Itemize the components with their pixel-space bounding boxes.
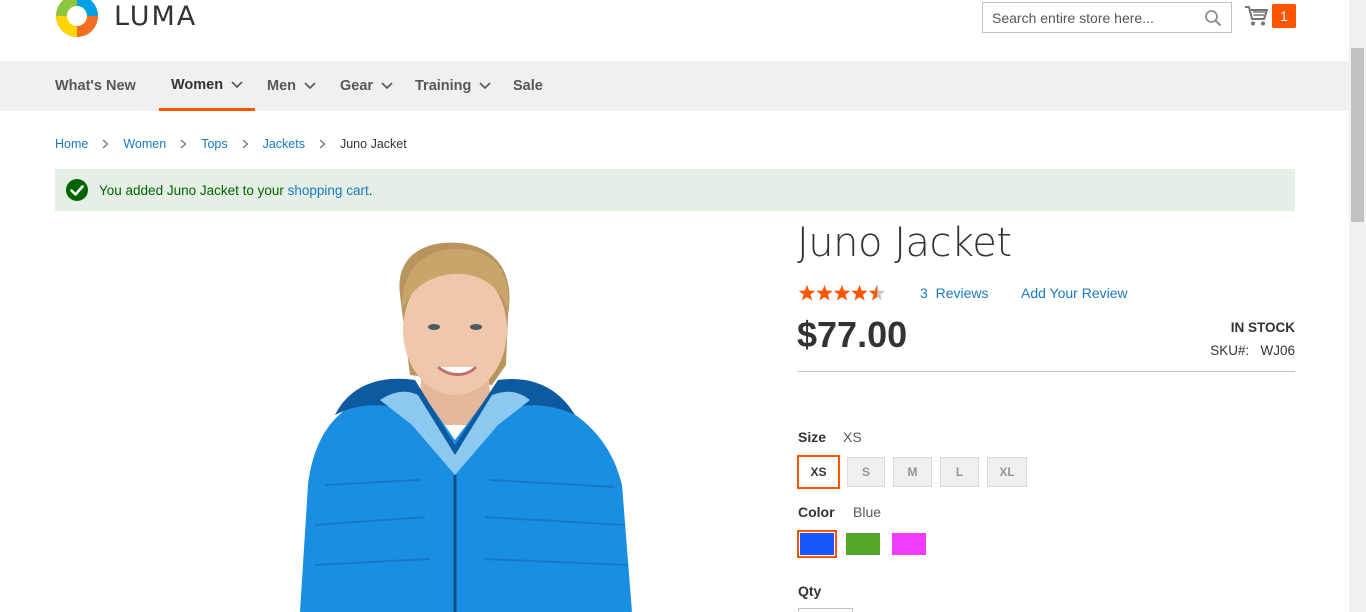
sku-label: SKU#:	[1210, 343, 1250, 358]
breadcrumb-current: Juno Jacket	[339, 137, 407, 151]
reviews-label: Reviews	[935, 285, 989, 301]
color-label: Color	[798, 504, 835, 520]
search-box	[982, 2, 1232, 33]
size-option-l[interactable]: L	[940, 457, 979, 487]
color-swatch-purple[interactable]	[892, 533, 926, 555]
product-title: Juno Jacket	[797, 220, 1012, 266]
breadcrumb: Home Women Tops Jackets Juno Jacket	[55, 137, 407, 151]
color-swatch-green[interactable]	[846, 533, 880, 555]
nav-item-label: Women	[171, 76, 224, 93]
qty-input[interactable]	[798, 608, 853, 612]
nav-item-whats-new[interactable]: What's New	[55, 61, 136, 111]
logo-text: LUMA	[114, 0, 198, 32]
add-review-link[interactable]: Add Your Review	[1021, 285, 1128, 301]
color-selected-value: Blue	[853, 504, 882, 520]
cart-count-badge[interactable]: 1	[1272, 4, 1296, 28]
nav-item-women[interactable]: Women	[159, 61, 256, 111]
size-selected-value: XS	[843, 429, 862, 445]
nav-item-training[interactable]: Training	[415, 61, 491, 111]
nav-item-men[interactable]: Men	[267, 61, 316, 111]
qty-label: Qty	[798, 583, 822, 599]
size-option-xs[interactable]: XS	[797, 455, 840, 489]
breadcrumb-women[interactable]: Women	[123, 137, 166, 151]
size-option-m[interactable]: M	[893, 457, 932, 487]
store-logo[interactable]: LUMA	[55, 0, 197, 38]
size-option-xl[interactable]: XL	[987, 457, 1027, 487]
size-label: Size	[798, 429, 827, 445]
product-image[interactable]	[230, 225, 650, 612]
main-navigation: What's New Women Men Gear Training Sale	[0, 61, 1349, 111]
rating-summary	[798, 284, 886, 302]
search-input[interactable]	[983, 3, 1193, 32]
nav-item-label: Sale	[513, 78, 543, 94]
chevron-down-icon	[381, 82, 393, 90]
reviews-link[interactable]: 3 Reviews	[920, 285, 988, 301]
star-filled-icon	[798, 285, 816, 301]
product-price: $77.00	[797, 314, 908, 355]
cart-icon[interactable]	[1244, 5, 1268, 27]
stock-status: IN STOCK	[1230, 320, 1295, 335]
star-filled-icon	[851, 285, 868, 301]
color-swatch-blue[interactable]	[797, 530, 837, 558]
shopping-cart-link[interactable]: shopping cart	[288, 183, 369, 198]
chevron-right-icon	[180, 139, 187, 149]
nav-item-label: Gear	[340, 78, 374, 94]
minicart[interactable]: 1	[1244, 4, 1296, 28]
chevron-down-icon	[304, 82, 316, 90]
breadcrumb-jackets[interactable]: Jackets	[263, 137, 305, 151]
nav-item-sale[interactable]: Sale	[513, 61, 543, 111]
sku-value: WJ06	[1260, 343, 1295, 358]
chevron-down-icon	[479, 82, 491, 90]
breadcrumb-home[interactable]: Home	[55, 137, 88, 151]
page-scrollbar[interactable]	[1349, 0, 1366, 612]
check-circle-icon	[66, 179, 88, 201]
size-option-s[interactable]: S	[847, 457, 885, 487]
product-sku: SKU#: WJ06	[1210, 343, 1295, 358]
nav-item-label: What's New	[55, 78, 136, 94]
rating-stars-icon	[798, 285, 886, 301]
luma-logo-icon	[56, 0, 98, 37]
chevron-right-icon	[102, 139, 109, 149]
search-icon[interactable]	[1204, 9, 1222, 27]
nav-item-gear[interactable]: Gear	[340, 61, 393, 111]
reviews-count: 3	[920, 285, 928, 301]
star-filled-icon	[816, 285, 833, 301]
chevron-down-icon	[231, 80, 243, 88]
page-header: LUMA 1	[0, 0, 1349, 61]
nav-item-label: Men	[267, 78, 296, 94]
divider	[798, 371, 1295, 372]
chevron-right-icon	[319, 139, 326, 149]
breadcrumb-tops[interactable]: Tops	[201, 137, 227, 151]
message-text: You added Juno Jacket to your	[99, 182, 288, 198]
star-filled-icon	[833, 285, 851, 301]
success-message: You added Juno Jacket to your shopping c…	[55, 169, 1295, 211]
chevron-right-icon	[242, 139, 249, 149]
scrollbar-thumb[interactable]	[1351, 48, 1364, 222]
nav-item-label: Training	[415, 78, 472, 94]
message-end: .	[368, 182, 373, 198]
